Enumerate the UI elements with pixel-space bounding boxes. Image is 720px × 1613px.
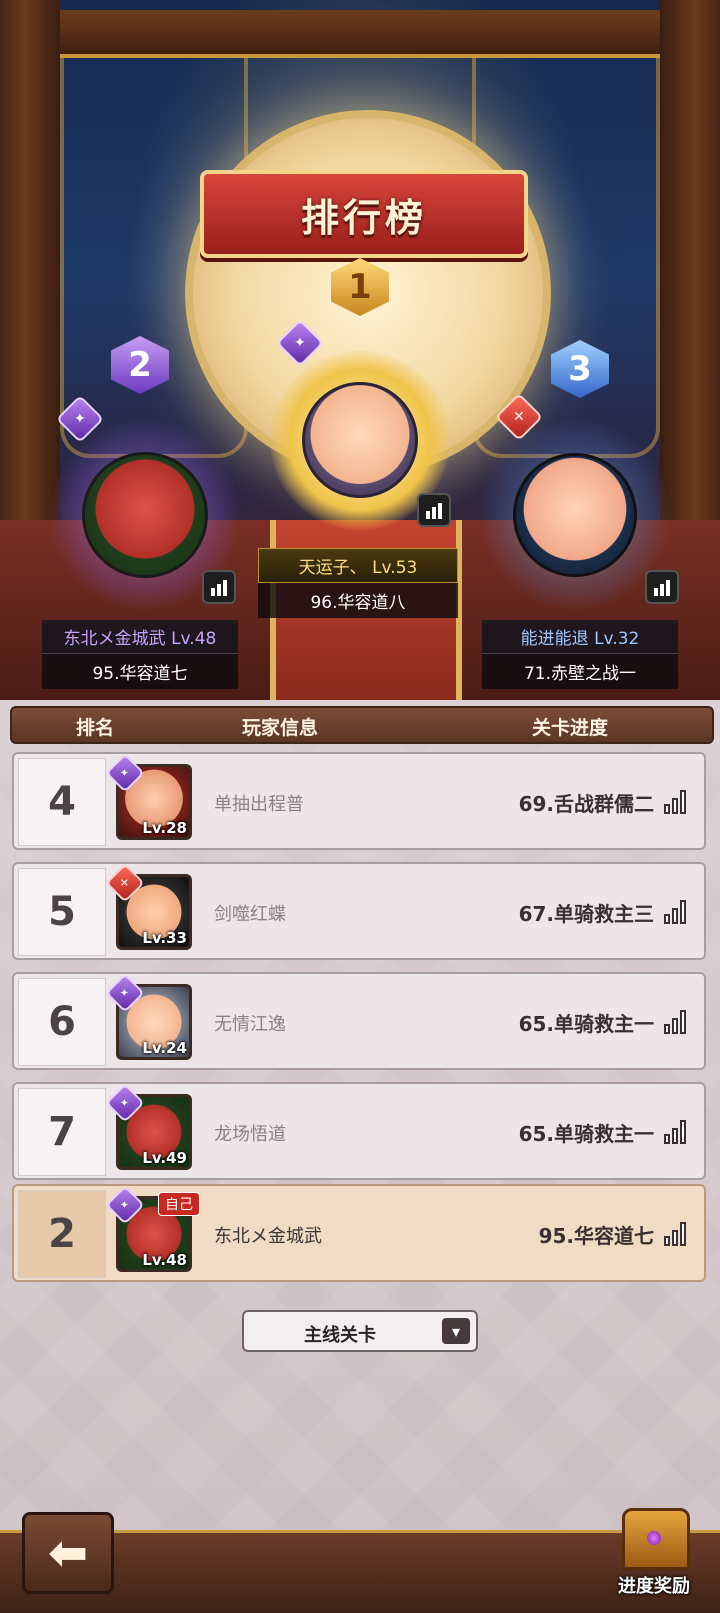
header-player-info: 玩家信息 (242, 717, 319, 739)
header-rank: 排名 (76, 717, 115, 739)
page-title: 排行榜 (300, 195, 427, 240)
stage-progress: 65.单骑救主一 (518, 1012, 654, 1036)
stats-icon[interactable] (645, 570, 679, 604)
player-name: 单抽出程普 (214, 794, 304, 815)
row-rank: 2 (18, 1190, 106, 1278)
avatar-level: Lv.24 (142, 1039, 187, 1057)
stage-progress: 65.单骑救主一 (518, 1122, 654, 1146)
row-rank: 7 (18, 1088, 106, 1176)
podium-2-name: 东北メ金城武 (63, 629, 166, 649)
table-row[interactable]: 4 Lv.28 ✦ 单抽出程普 69.舌战群儒二 (12, 752, 706, 850)
arrow-left-icon: ⬅ (47, 1525, 89, 1581)
dropdown-selected: 主线关卡 (304, 1325, 376, 1346)
progress-reward-button[interactable]: 进度奖励 (608, 1508, 700, 1606)
hero-rank-3[interactable] (480, 420, 670, 610)
avatar-level: Lv.48 (142, 1251, 187, 1269)
podium-1-nameplate: 天运子、 Lv.53 96.华容道八 (258, 548, 458, 618)
stats-icon[interactable] (664, 898, 690, 924)
stats-icon[interactable] (202, 570, 236, 604)
stage-progress: 67.单骑救主三 (518, 902, 654, 926)
table-row[interactable]: 5 Lv.33 ✕ 剑噬红蝶 67.单骑救主三 (12, 862, 706, 960)
chevron-down-icon[interactable]: ▾ (442, 1318, 470, 1344)
stats-icon[interactable] (664, 788, 690, 814)
podium-3-name: 能进能退 (520, 629, 589, 649)
avatar-level: Lv.33 (142, 929, 187, 947)
podium-1-name: 天运子、 (298, 558, 367, 578)
stage-progress: 69.舌战群儒二 (518, 792, 654, 816)
player-name: 东北メ金城武 (214, 1226, 322, 1247)
stats-icon[interactable] (664, 1008, 690, 1034)
roof-beam (0, 10, 720, 58)
player-name: 龙场悟道 (214, 1124, 286, 1145)
player-name: 剑噬红蝶 (214, 904, 286, 925)
podium-1-stage: 96.华容道八 (258, 583, 458, 618)
category-dropdown[interactable]: 主线关卡 ▾ (242, 1310, 478, 1352)
stats-icon[interactable] (417, 493, 451, 527)
podium-3-nameplate: 能进能退 Lv.32 71.赤壁之战一 (482, 620, 678, 689)
stats-icon[interactable] (664, 1220, 690, 1246)
title-ribbon: 排行榜 (200, 170, 528, 258)
podium-2-level: Lv.48 (171, 629, 217, 649)
stage-progress: 95.华容道七 (538, 1224, 654, 1248)
avatar-level: Lv.28 (142, 819, 187, 837)
row-rank: 6 (18, 978, 106, 1066)
stats-icon[interactable] (664, 1118, 690, 1144)
treasure-chest-icon (622, 1508, 690, 1570)
podium-2-nameplate: 东北メ金城武 Lv.48 95.华容道七 (42, 620, 238, 689)
player-name: 无情江逸 (214, 1014, 286, 1035)
table-header: 排名 玩家信息 关卡进度 (10, 706, 714, 744)
podium-2-stage: 95.华容道七 (42, 654, 238, 689)
row-rank: 4 (18, 758, 106, 846)
podium-3-stage: 71.赤壁之战一 (482, 654, 678, 689)
self-tag: 自己 (158, 1192, 200, 1216)
back-button[interactable]: ⬅ (22, 1512, 114, 1594)
podium-1-level: Lv.53 (372, 558, 418, 578)
table-row[interactable]: 7 Lv.49 ✦ 龙场悟道 65.单骑救主一 (12, 1082, 706, 1180)
header-progress: 关卡进度 (532, 717, 609, 739)
avatar-level: Lv.49 (142, 1149, 187, 1167)
podium-3-level: Lv.32 (594, 629, 640, 649)
progress-reward-label: 进度奖励 (618, 1576, 690, 1597)
table-row[interactable]: 6 Lv.24 ✦ 无情江逸 65.单骑救主一 (12, 972, 706, 1070)
row-rank: 5 (18, 868, 106, 956)
self-row[interactable]: 2 Lv.48 ✦ 自己 东北メ金城武 95.华容道七 (12, 1184, 706, 1282)
